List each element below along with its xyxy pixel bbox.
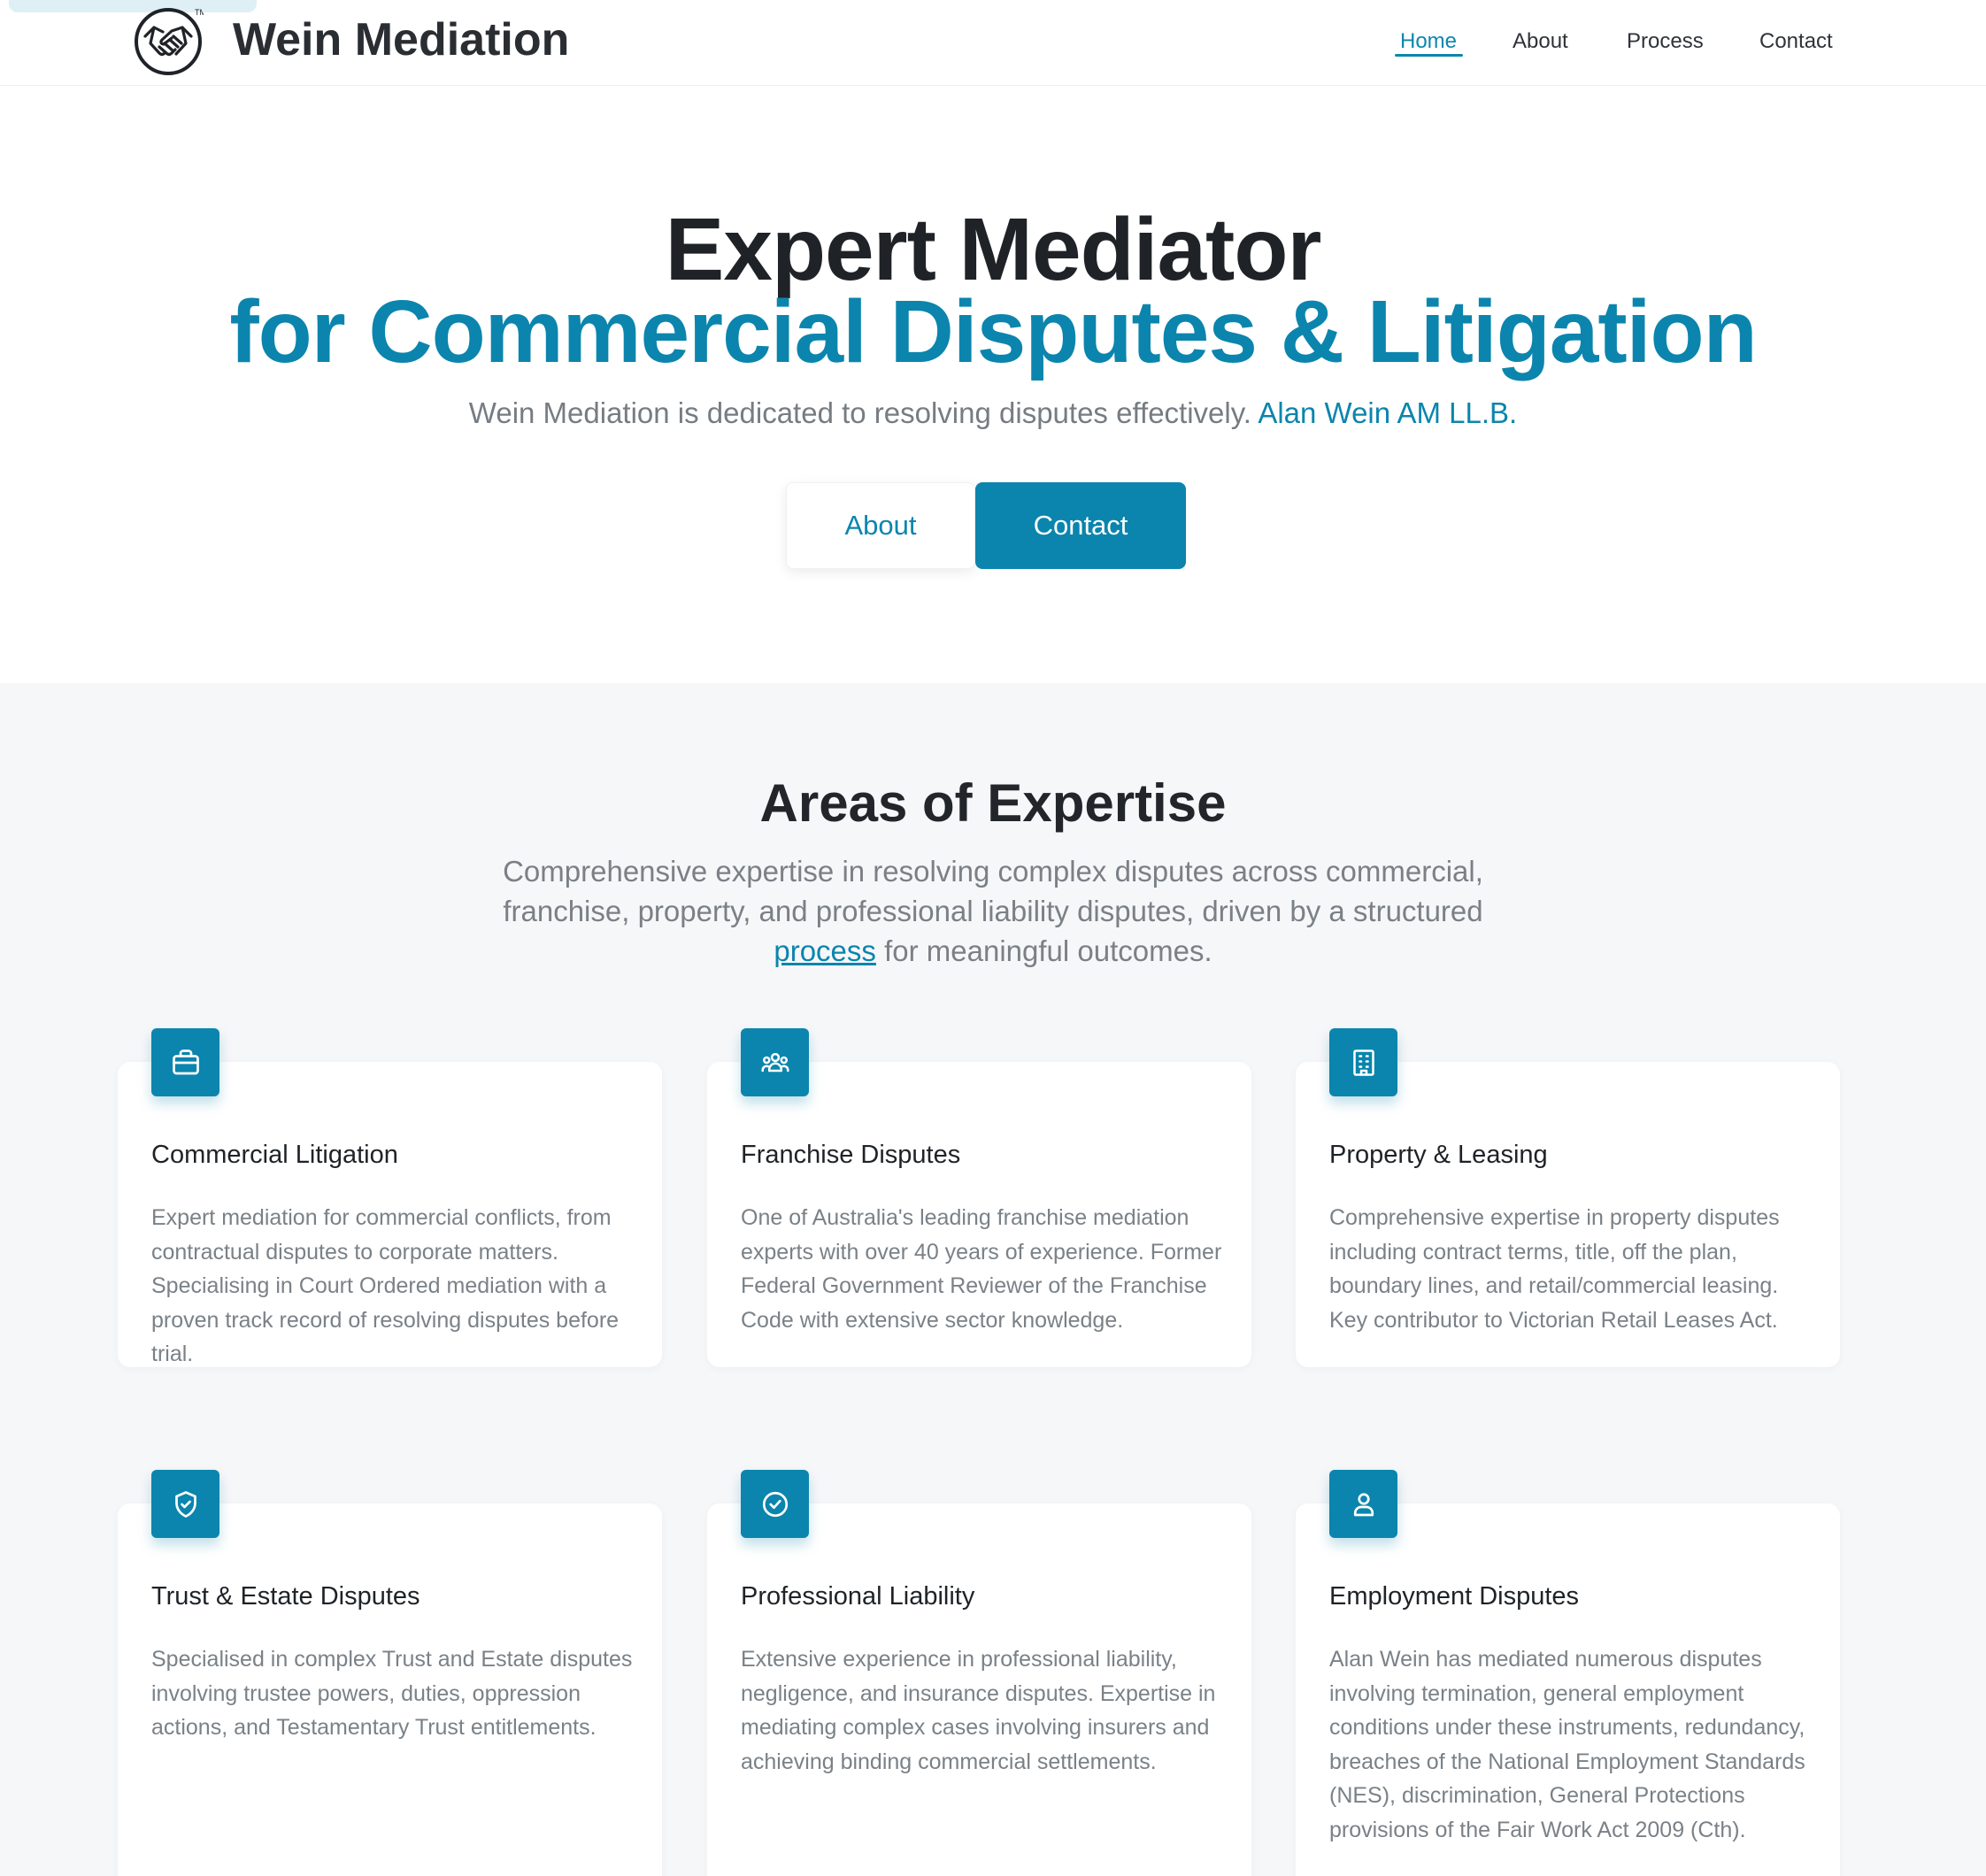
hero-subtitle: Wein Mediation is dedicated to resolving…: [0, 394, 1986, 433]
section-title: Areas of Expertise: [759, 773, 1227, 833]
briefcase-icon: [151, 1028, 219, 1096]
card-text: One of Australia's leading franchise med…: [741, 1205, 1222, 1333]
contact-button[interactable]: Contact: [975, 482, 1186, 569]
user-icon: [1329, 1470, 1397, 1538]
section-description: Comprehensive expertise in resolving com…: [496, 851, 1490, 971]
card-title: Property & Leasing: [1329, 1141, 1548, 1169]
handshake-icon: TM: [135, 8, 204, 75]
card-text: Alan Wein has mediated numerous disputes…: [1329, 1647, 1805, 1842]
card-text: Comprehensive expertise in property disp…: [1329, 1205, 1780, 1333]
expertise-card: Commercial Litigation Expert mediation f…: [118, 1062, 662, 1367]
card-title: Professional Liability: [741, 1582, 975, 1611]
svg-text:TM: TM: [195, 8, 204, 17]
nav-active-indicator: [1395, 54, 1463, 57]
section-description-end: for meaningful outcomes.: [875, 934, 1212, 967]
card-title: Commercial Litigation: [151, 1141, 398, 1169]
about-button[interactable]: About: [786, 482, 975, 569]
hero-section: Expert Mediator for Commercial Disputes …: [0, 86, 1986, 683]
hero-subtitle-text: Wein Mediation is dedicated to resolving…: [468, 396, 1251, 429]
nav-process[interactable]: Process: [1627, 27, 1704, 57]
process-link[interactable]: process: [774, 934, 876, 967]
building-icon: [1329, 1028, 1397, 1096]
card-text: Expert mediation for commercial conflict…: [151, 1205, 620, 1366]
site-header: TM Wein Mediation Home About Process Con…: [0, 0, 1986, 86]
nav-contact[interactable]: Contact: [1759, 27, 1833, 57]
card-text: Extensive experience in professional lia…: [741, 1647, 1216, 1774]
shield-check-icon: [151, 1470, 219, 1538]
hero-subtitle-name: Alan Wein AM LL.B.: [1258, 396, 1518, 429]
expertise-card: Employment Disputes Alan Wein has mediat…: [1296, 1503, 1840, 1876]
card-title: Employment Disputes: [1329, 1582, 1580, 1611]
nav-home[interactable]: Home: [1400, 27, 1457, 57]
brand-name[interactable]: Wein Mediation: [233, 12, 569, 67]
check-circle-icon: [741, 1470, 809, 1538]
card-title: Trust & Estate Disputes: [151, 1582, 420, 1611]
expertise-section: Areas of Expertise Comprehensive experti…: [0, 683, 1986, 1876]
expertise-card: Trust & Estate Disputes Specialised in c…: [118, 1503, 662, 1876]
card-text: Specialised in complex Trust and Estate …: [151, 1647, 633, 1740]
section-description-text: Comprehensive expertise in resolving com…: [503, 855, 1483, 927]
expertise-card: Franchise Disputes One of Australia's le…: [707, 1062, 1251, 1367]
hero-title-accent: for Commercial Disputes & Litigation: [229, 282, 1757, 381]
nav-about[interactable]: About: [1513, 27, 1568, 57]
expertise-card: Property & Leasing Comprehensive experti…: [1296, 1062, 1840, 1367]
expertise-card: Professional Liability Extensive experie…: [707, 1503, 1251, 1876]
users-icon: [741, 1028, 809, 1096]
card-title: Franchise Disputes: [741, 1141, 961, 1169]
